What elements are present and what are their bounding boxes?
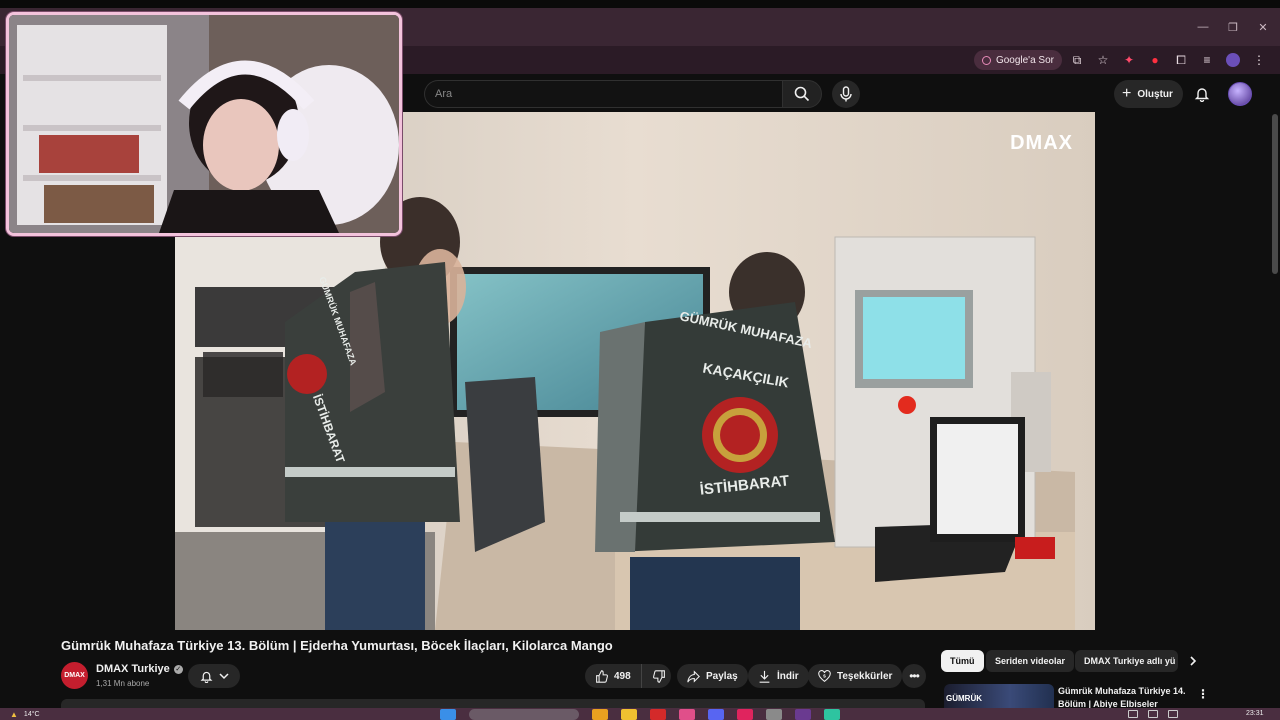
more-vertical-icon: ⋮ <box>1197 687 1209 701</box>
thanks-button[interactable]: $ Teşekkürler <box>808 664 903 688</box>
network-icon <box>1148 710 1158 718</box>
extensions-puzzle-icon[interactable]: ⧠ <box>1170 49 1192 71</box>
tray-icon <box>1128 710 1138 718</box>
folder-icon[interactable] <box>621 709 637 720</box>
like-count: 498 <box>614 670 631 682</box>
taskbar-search[interactable] <box>469 709 579 720</box>
profile-icon[interactable] <box>1222 49 1244 71</box>
app-icon[interactable] <box>737 709 753 720</box>
weather-icon: ▲ <box>10 709 18 719</box>
create-label: Oluştur <box>1137 88 1173 100</box>
google-sor-button[interactable]: Google'a Sor <box>973 50 1062 70</box>
verified-icon: ✓ <box>173 664 183 674</box>
share-icon <box>687 669 700 683</box>
video-title: Gümrük Muhafaza Türkiye 13. Bölüm | Ejde… <box>61 638 613 653</box>
bell-icon <box>1194 88 1210 102</box>
more-horizontal-icon: ••• <box>909 669 920 683</box>
recommended-more-button[interactable]: ⋮ <box>1196 686 1210 702</box>
svg-text:$: $ <box>823 673 826 679</box>
media-control-icon[interactable]: ≡ <box>1196 49 1218 71</box>
system-tray[interactable] <box>1128 710 1178 718</box>
extension-recorder-icon[interactable]: ● <box>1144 49 1166 71</box>
share-label: Paylaş <box>706 670 738 682</box>
taskbar-clock[interactable]: 23:31 <box>1246 708 1264 720</box>
dislike-button[interactable] <box>648 664 671 688</box>
recommended-thumb-text: GÜMRÜK <box>946 694 982 703</box>
page-scrollbar[interactable] <box>1272 114 1278 274</box>
chip-series-videos[interactable]: Seriden videolar <box>986 650 1075 672</box>
download-label: İndir <box>777 670 799 682</box>
extension-red-icon[interactable]: ✦ <box>1118 49 1140 71</box>
install-app-icon[interactable]: ⧉ <box>1066 49 1088 71</box>
lens-icon <box>981 55 991 65</box>
notification-bell-dropdown[interactable] <box>188 664 240 688</box>
webcam-overlay <box>6 12 402 236</box>
super-thanks-icon: $ <box>818 669 831 682</box>
start-icon[interactable] <box>440 709 456 720</box>
search-button[interactable] <box>782 80 822 108</box>
channel-name[interactable]: DMAX Turkiye ✓ <box>96 663 183 675</box>
weather-widget[interactable]: ▲ 14°C <box>10 708 40 720</box>
app-icon[interactable] <box>592 709 608 720</box>
chevron-down-icon <box>218 673 229 680</box>
browser-top-strip <box>0 0 1280 8</box>
chip-all[interactable]: Tümü <box>941 650 984 672</box>
bell-icon <box>200 671 212 683</box>
thanks-label: Teşekkürler <box>837 670 893 682</box>
microphone-icon <box>840 86 852 102</box>
search-input[interactable]: Ara <box>424 80 782 108</box>
google-sor-label: Google'a Sor <box>995 54 1054 66</box>
bookmark-star-icon[interactable]: ☆ <box>1092 49 1114 71</box>
create-button[interactable]: + Oluştur <box>1114 80 1183 108</box>
chips-next-button[interactable] <box>1184 652 1202 670</box>
share-button[interactable]: Paylaş <box>677 664 748 688</box>
minimize-button[interactable]: — <box>1188 8 1218 46</box>
search-icon <box>794 86 810 102</box>
more-actions-button[interactable]: ••• <box>902 664 926 688</box>
voice-search-button[interactable] <box>832 80 860 108</box>
dmax-watermark: DMAX <box>1010 132 1073 154</box>
channel-avatar[interactable]: DMAX <box>61 662 88 689</box>
account-avatar[interactable] <box>1228 82 1252 106</box>
thumbs-down-icon <box>652 669 665 683</box>
like-dislike-group: 498 <box>585 664 671 688</box>
volume-icon <box>1168 710 1178 718</box>
app-icon[interactable] <box>766 709 782 720</box>
download-button[interactable]: İndir <box>748 664 809 688</box>
channel-name-text: DMAX Turkiye <box>96 663 170 675</box>
notifications-button[interactable] <box>1190 82 1214 106</box>
obs-icon[interactable] <box>795 709 811 720</box>
webcam-feed <box>9 15 399 233</box>
discord-icon[interactable] <box>708 709 724 720</box>
temperature-text: 14°C <box>23 710 40 718</box>
restore-button[interactable]: ❐ <box>1218 8 1248 46</box>
plus-icon: + <box>1122 85 1132 102</box>
subscriber-count: 1,31 Mn abone <box>96 679 150 688</box>
taskbar-apps <box>440 709 840 720</box>
thumbs-up-icon <box>596 669 608 683</box>
download-icon <box>759 670 770 683</box>
close-button[interactable]: ✕ <box>1248 8 1278 46</box>
chatgpt-icon[interactable] <box>824 709 840 720</box>
app-icon[interactable] <box>650 709 666 720</box>
chip-channel-videos[interactable]: DMAX Turkiye adlı yü <box>1075 650 1178 672</box>
app-icon[interactable] <box>679 709 695 720</box>
chevron-right-icon <box>1190 656 1197 666</box>
browser-menu-icon[interactable]: ⋮ <box>1248 49 1270 71</box>
like-button[interactable]: 498 <box>585 664 642 688</box>
